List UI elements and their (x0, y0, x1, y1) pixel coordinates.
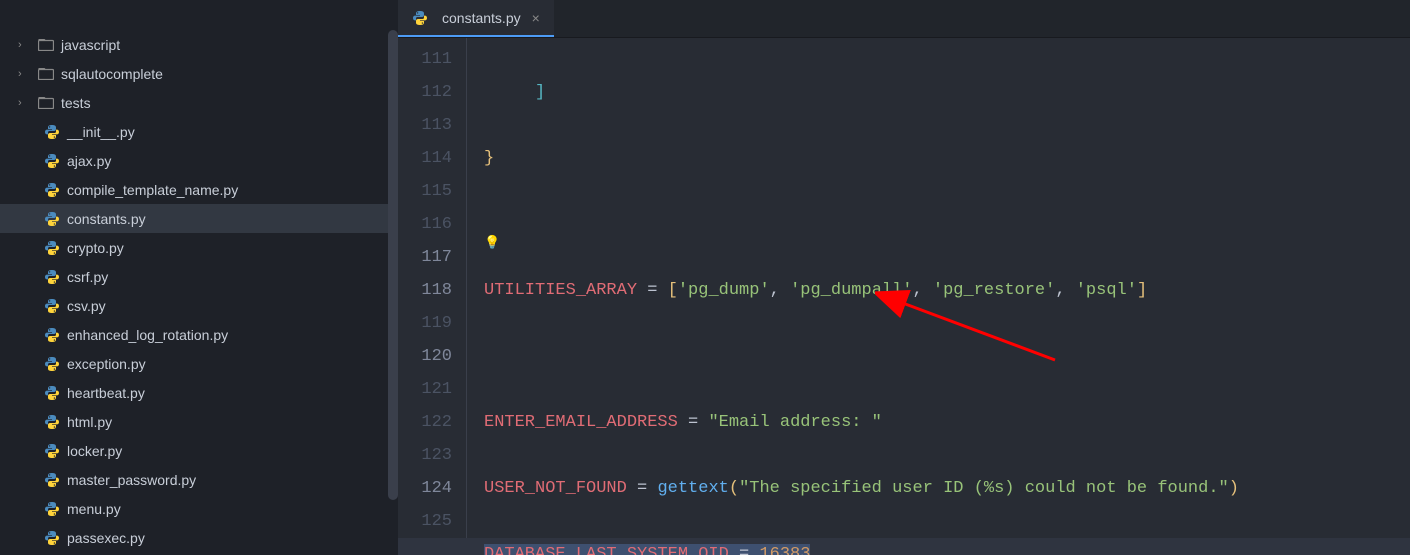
file-label: html.py (67, 414, 112, 430)
folder-item[interactable]: › tests (0, 88, 398, 117)
sidebar-scrollbar[interactable] (388, 30, 398, 500)
file-item[interactable]: __init__.py (0, 117, 398, 146)
chevron-right-icon: › (18, 97, 34, 109)
chevron-right-icon: › (18, 68, 34, 80)
file-label: exception.py (67, 356, 146, 372)
folder-label: javascript (61, 37, 120, 53)
file-label: csv.py (67, 298, 106, 314)
line-number-gutter: 111 112 113 114 115 116 117 118 119 120 … (398, 38, 466, 555)
file-label: master_password.py (67, 472, 196, 488)
python-file-icon (44, 414, 60, 430)
file-item[interactable]: constants.py (0, 204, 398, 233)
folder-item[interactable]: › javascript (0, 30, 398, 59)
file-item[interactable]: exception.py (0, 349, 398, 378)
file-item[interactable]: csv.py (0, 291, 398, 320)
tab-constants[interactable]: constants.py × (398, 0, 554, 37)
python-file-icon (44, 472, 60, 488)
file-item[interactable]: html.py (0, 407, 398, 436)
chevron-right-icon: › (18, 39, 34, 51)
tab-bar: constants.py × (398, 0, 1410, 38)
file-label: constants.py (67, 211, 146, 227)
code-editor[interactable]: 111 112 113 114 115 116 117 118 119 120 … (398, 38, 1410, 555)
file-explorer-sidebar: › javascript › sqlautocomplete › tests _… (0, 0, 398, 555)
file-label: __init__.py (67, 124, 135, 140)
file-label: enhanced_log_rotation.py (67, 327, 228, 343)
file-label: ajax.py (67, 153, 111, 169)
folder-label: sqlautocomplete (61, 66, 163, 82)
file-tree: › javascript › sqlautocomplete › tests _… (0, 30, 398, 552)
python-file-icon (44, 240, 60, 256)
python-file-icon (44, 211, 60, 227)
close-icon[interactable]: × (532, 10, 540, 26)
file-label: crypto.py (67, 240, 124, 256)
folder-icon (38, 39, 54, 51)
python-file-icon (44, 124, 60, 140)
file-label: compile_template_name.py (67, 182, 238, 198)
lightbulb-icon[interactable]: 💡 (484, 227, 500, 260)
folder-label: tests (61, 95, 91, 111)
folder-item[interactable]: › sqlautocomplete (0, 59, 398, 88)
python-file-icon (44, 327, 60, 343)
file-label: passexec.py (67, 530, 145, 546)
file-label: csrf.py (67, 269, 108, 285)
python-file-icon (44, 182, 60, 198)
python-file-icon (44, 298, 60, 314)
code-content[interactable]: ] } UTILITIES_ARRAY = ['pg_dump', 'pg_du… (484, 38, 1410, 555)
folder-icon (38, 68, 54, 80)
folder-icon (38, 97, 54, 109)
file-item[interactable]: menu.py (0, 494, 398, 523)
editor-area: constants.py × 111 112 113 114 115 116 1… (398, 0, 1410, 555)
python-file-icon (44, 385, 60, 401)
python-file-icon (44, 153, 60, 169)
file-label: locker.py (67, 443, 122, 459)
file-item[interactable]: crypto.py (0, 233, 398, 262)
file-item[interactable]: master_password.py (0, 465, 398, 494)
python-file-icon (44, 443, 60, 459)
python-file-icon (412, 10, 428, 26)
file-item[interactable]: locker.py (0, 436, 398, 465)
file-item[interactable]: passexec.py (0, 523, 398, 552)
file-item[interactable]: enhanced_log_rotation.py (0, 320, 398, 349)
file-item[interactable]: ajax.py (0, 146, 398, 175)
file-item[interactable]: csrf.py (0, 262, 398, 291)
file-item[interactable]: compile_template_name.py (0, 175, 398, 204)
python-file-icon (44, 530, 60, 546)
python-file-icon (44, 269, 60, 285)
tab-label: constants.py (442, 10, 521, 26)
python-file-icon (44, 356, 60, 372)
file-label: heartbeat.py (67, 385, 145, 401)
python-file-icon (44, 501, 60, 517)
file-item[interactable]: heartbeat.py (0, 378, 398, 407)
file-label: menu.py (67, 501, 121, 517)
